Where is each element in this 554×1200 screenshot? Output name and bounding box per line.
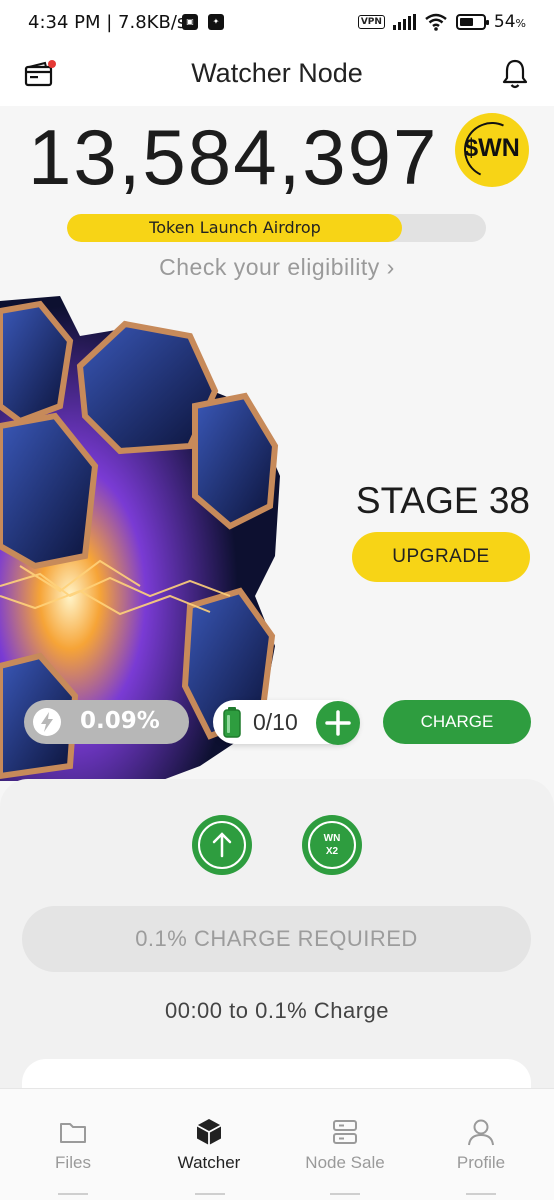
wn-x2-boost-button[interactable]: WN X2 bbox=[302, 815, 362, 875]
charge-button[interactable]: CHARGE bbox=[383, 700, 531, 744]
upgrade-boost-button[interactable] bbox=[192, 815, 252, 875]
battery-count: 0/10 bbox=[253, 709, 298, 735]
check-eligibility-link[interactable]: Check your eligibility › bbox=[0, 254, 554, 281]
chevron-right-icon: › bbox=[386, 254, 395, 280]
token-balance: 13,584,397 bbox=[28, 113, 439, 201]
battery-cell-icon bbox=[223, 707, 241, 738]
status-bar: 4:34 PM | 7.8KB/s ▣ ✦ VPN 54% bbox=[0, 0, 554, 48]
token-symbol: $WN bbox=[464, 134, 520, 162]
status-indicators: VPN 54% bbox=[357, 12, 526, 32]
cube-icon bbox=[196, 1119, 222, 1145]
nav-item-profile[interactable]: Profile bbox=[412, 1089, 550, 1189]
nav-label: Node Sale bbox=[305, 1153, 385, 1172]
wn-token-badge: $WN bbox=[455, 113, 529, 187]
bell-icon bbox=[502, 59, 528, 89]
charge-required-button[interactable]: 0.1% CHARGE REQUIRED bbox=[22, 906, 531, 972]
user-icon bbox=[468, 1119, 494, 1146]
arrow-up-icon bbox=[212, 832, 232, 858]
folder-icon bbox=[60, 1123, 86, 1143]
nav-item-watcher[interactable]: Watcher bbox=[140, 1089, 278, 1189]
server-icon bbox=[333, 1120, 357, 1144]
main-content: 13,584,397 $WN Token Launch Airdrop Chec… bbox=[0, 106, 554, 1090]
app-notification-icon: ✦ bbox=[208, 14, 224, 30]
stage-label: STAGE 38 bbox=[355, 480, 530, 521]
plus-icon bbox=[325, 710, 351, 736]
upgrade-button[interactable]: UPGRADE bbox=[352, 532, 530, 582]
wn-x2-icon: WN X2 bbox=[323, 833, 341, 857]
eligibility-text: Check your eligibility bbox=[159, 254, 380, 280]
page-title: Watcher Node bbox=[191, 58, 363, 88]
charge-card: WN X2 0.1% CHARGE REQUIRED 00:00 to 0.1% … bbox=[0, 779, 554, 1090]
nav-label: Watcher bbox=[177, 1153, 241, 1172]
bottom-nav: Files Watcher Node Sale Profile bbox=[0, 1088, 554, 1200]
mining-rate-pill: 0.09% bbox=[24, 700, 189, 744]
system-nav-hint bbox=[58, 1193, 88, 1200]
add-battery-button[interactable] bbox=[316, 701, 360, 745]
app-header: Watcher Node bbox=[0, 48, 554, 106]
mining-rate-value: 0.09% bbox=[80, 708, 160, 734]
nav-item-files[interactable]: Files bbox=[4, 1089, 142, 1189]
lightning-icon bbox=[33, 708, 61, 736]
status-time: 4:34 PM | 7.8KB/s bbox=[28, 12, 187, 33]
system-nav-hint bbox=[330, 1193, 360, 1200]
nav-label: Profile bbox=[456, 1153, 506, 1172]
battery-percent: 54% bbox=[493, 12, 526, 32]
app-notification-icon: ▣ bbox=[182, 14, 198, 30]
vpn-icon: VPN bbox=[357, 15, 385, 29]
system-nav-hint bbox=[195, 1193, 225, 1200]
system-nav-hint bbox=[466, 1193, 496, 1200]
notifications-button[interactable] bbox=[500, 58, 530, 90]
airdrop-label: Token Launch Airdrop bbox=[149, 218, 321, 237]
battery-icon bbox=[455, 14, 489, 30]
wifi-icon bbox=[425, 13, 447, 31]
nav-item-node-sale[interactable]: Node Sale bbox=[276, 1089, 414, 1189]
signal-icon bbox=[392, 14, 416, 30]
info-card bbox=[22, 1059, 531, 1090]
charge-timer: 00:00 to 0.1% Charge bbox=[164, 998, 390, 1023]
nav-label: Files bbox=[55, 1153, 91, 1172]
